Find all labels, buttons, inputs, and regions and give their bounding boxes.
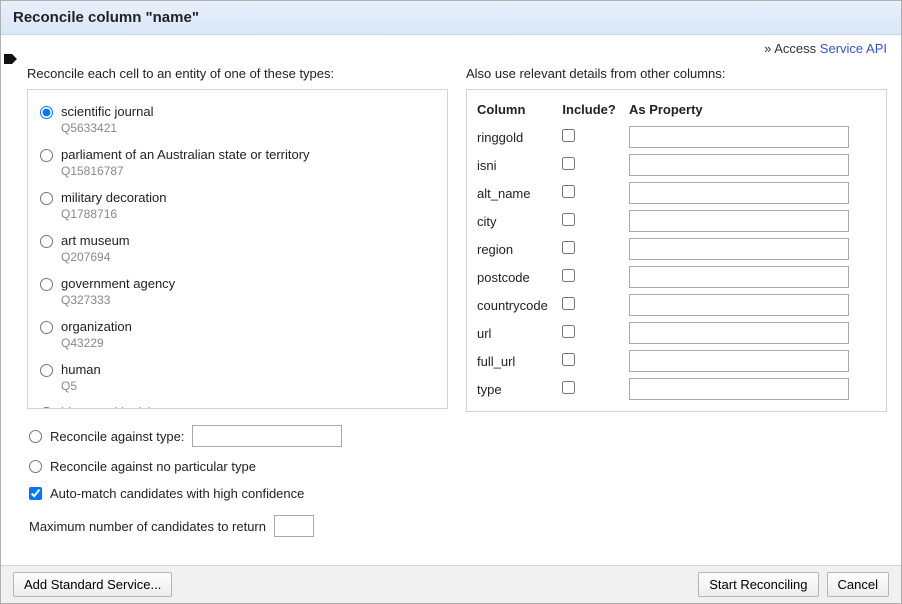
type-item[interactable]: art museum Q207694 — [38, 229, 437, 272]
service-api-link[interactable]: Service API — [820, 41, 887, 56]
as-property-input[interactable] — [629, 294, 849, 316]
max-candidates-label: Maximum number of candidates to return — [29, 519, 266, 534]
table-row: url — [477, 319, 876, 347]
column-name: postcode — [477, 263, 562, 291]
include-checkbox[interactable] — [562, 325, 575, 338]
type-id: Q327333 — [61, 293, 175, 307]
type-id: Q15816787 — [61, 164, 310, 178]
column-name: region — [477, 235, 562, 263]
reconcile-against-type-input[interactable] — [192, 425, 342, 447]
include-checkbox[interactable] — [562, 381, 575, 394]
table-row: isni — [477, 151, 876, 179]
table-row: ringgold — [477, 123, 876, 151]
type-radio[interactable] — [40, 106, 53, 119]
start-reconciling-button[interactable]: Start Reconciling — [698, 572, 818, 597]
table-row: full_url — [477, 347, 876, 375]
include-checkbox[interactable] — [562, 185, 575, 198]
column-name: isni — [477, 151, 562, 179]
details-table: Column Include? As Property ringgoldisni… — [477, 98, 876, 403]
type-label: human — [61, 362, 101, 377]
include-checkbox[interactable] — [562, 353, 575, 366]
column-name: ringgold — [477, 123, 562, 151]
table-row: type — [477, 375, 876, 403]
table-row: postcode — [477, 263, 876, 291]
type-item[interactable]: organization Q43229 — [38, 315, 437, 358]
column-name: type — [477, 375, 562, 403]
types-list[interactable]: scientific journal Q5633421 parliament of … — [27, 89, 448, 409]
type-label: military decoration — [61, 190, 167, 205]
asproperty-header: As Property — [629, 98, 876, 123]
type-id: Q5 — [61, 379, 101, 393]
type-item[interactable]: bicameral legislatureQ189445 — [38, 401, 437, 409]
cancel-button[interactable]: Cancel — [827, 572, 889, 597]
type-item[interactable]: human Q5 — [38, 358, 437, 401]
column-header: Column — [477, 98, 562, 123]
type-radio[interactable] — [40, 235, 53, 248]
table-row: region — [477, 235, 876, 263]
as-property-input[interactable] — [629, 210, 849, 232]
type-item[interactable]: military decoration Q1788716 — [38, 186, 437, 229]
include-checkbox[interactable] — [562, 269, 575, 282]
table-row: countrycode — [477, 291, 876, 319]
type-item[interactable]: scientific journal Q5633421 — [38, 100, 437, 143]
type-id: Q43229 — [61, 336, 132, 350]
dialog-title: Reconcile column "name" — [1, 1, 901, 35]
max-candidates-input[interactable] — [274, 515, 314, 537]
column-name: countrycode — [477, 291, 562, 319]
type-label: government agency — [61, 276, 175, 291]
type-id: Q1788716 — [61, 207, 167, 221]
type-label: art museum — [61, 233, 130, 248]
column-name: url — [477, 319, 562, 347]
topbar: » Access Service API — [1, 35, 901, 56]
as-property-input[interactable] — [629, 182, 849, 204]
add-standard-service-button[interactable]: Add Standard Service... — [13, 572, 172, 597]
table-row: city — [477, 207, 876, 235]
type-radio[interactable] — [40, 321, 53, 334]
include-checkbox[interactable] — [562, 213, 575, 226]
as-property-input[interactable] — [629, 350, 849, 372]
type-label: bicameral legislature — [61, 405, 180, 409]
reconcile-against-type-label: Reconcile against type: — [50, 429, 184, 444]
reconcile-types-heading: Reconcile each cell to an entity of one … — [27, 62, 448, 89]
include-header: Include? — [562, 98, 629, 123]
type-id: Q5633421 — [61, 121, 154, 135]
as-property-input[interactable] — [629, 378, 849, 400]
type-label: parliament of an Australian state or ter… — [61, 147, 310, 162]
reconcile-no-type-label: Reconcile against no particular type — [50, 459, 256, 474]
type-radio[interactable] — [40, 192, 53, 205]
reconcile-against-type-radio[interactable] — [29, 430, 42, 443]
type-item[interactable]: government agency Q327333 — [38, 272, 437, 315]
type-id: Q207694 — [61, 250, 130, 264]
table-row: alt_name — [477, 179, 876, 207]
column-name: full_url — [477, 347, 562, 375]
as-property-input[interactable] — [629, 322, 849, 344]
type-item[interactable]: parliament of an Australian state or ter… — [38, 143, 437, 186]
details-box: Column Include? As Property ringgoldisni… — [466, 89, 887, 412]
type-radio[interactable] — [40, 278, 53, 291]
as-property-input[interactable] — [629, 154, 849, 176]
reconcile-no-type-radio[interactable] — [29, 460, 42, 473]
service-api-prefix: » Access — [764, 41, 816, 56]
as-property-input[interactable] — [629, 238, 849, 260]
automatch-label: Auto-match candidates with high confiden… — [50, 486, 304, 501]
column-name: alt_name — [477, 179, 562, 207]
type-label: organization — [61, 319, 132, 334]
as-property-input[interactable] — [629, 126, 849, 148]
type-radio[interactable] — [40, 364, 53, 377]
type-radio[interactable] — [40, 407, 53, 409]
type-radio[interactable] — [40, 149, 53, 162]
as-property-input[interactable] — [629, 266, 849, 288]
include-checkbox[interactable] — [562, 129, 575, 142]
include-checkbox[interactable] — [562, 297, 575, 310]
tag-icon — [3, 51, 19, 70]
dialog-footer: Add Standard Service... Start Reconcilin… — [1, 565, 901, 603]
include-checkbox[interactable] — [562, 241, 575, 254]
type-label: scientific journal — [61, 104, 154, 119]
column-name: city — [477, 207, 562, 235]
details-heading: Also use relevant details from other col… — [466, 62, 887, 89]
automatch-checkbox[interactable] — [29, 487, 42, 500]
include-checkbox[interactable] — [562, 157, 575, 170]
